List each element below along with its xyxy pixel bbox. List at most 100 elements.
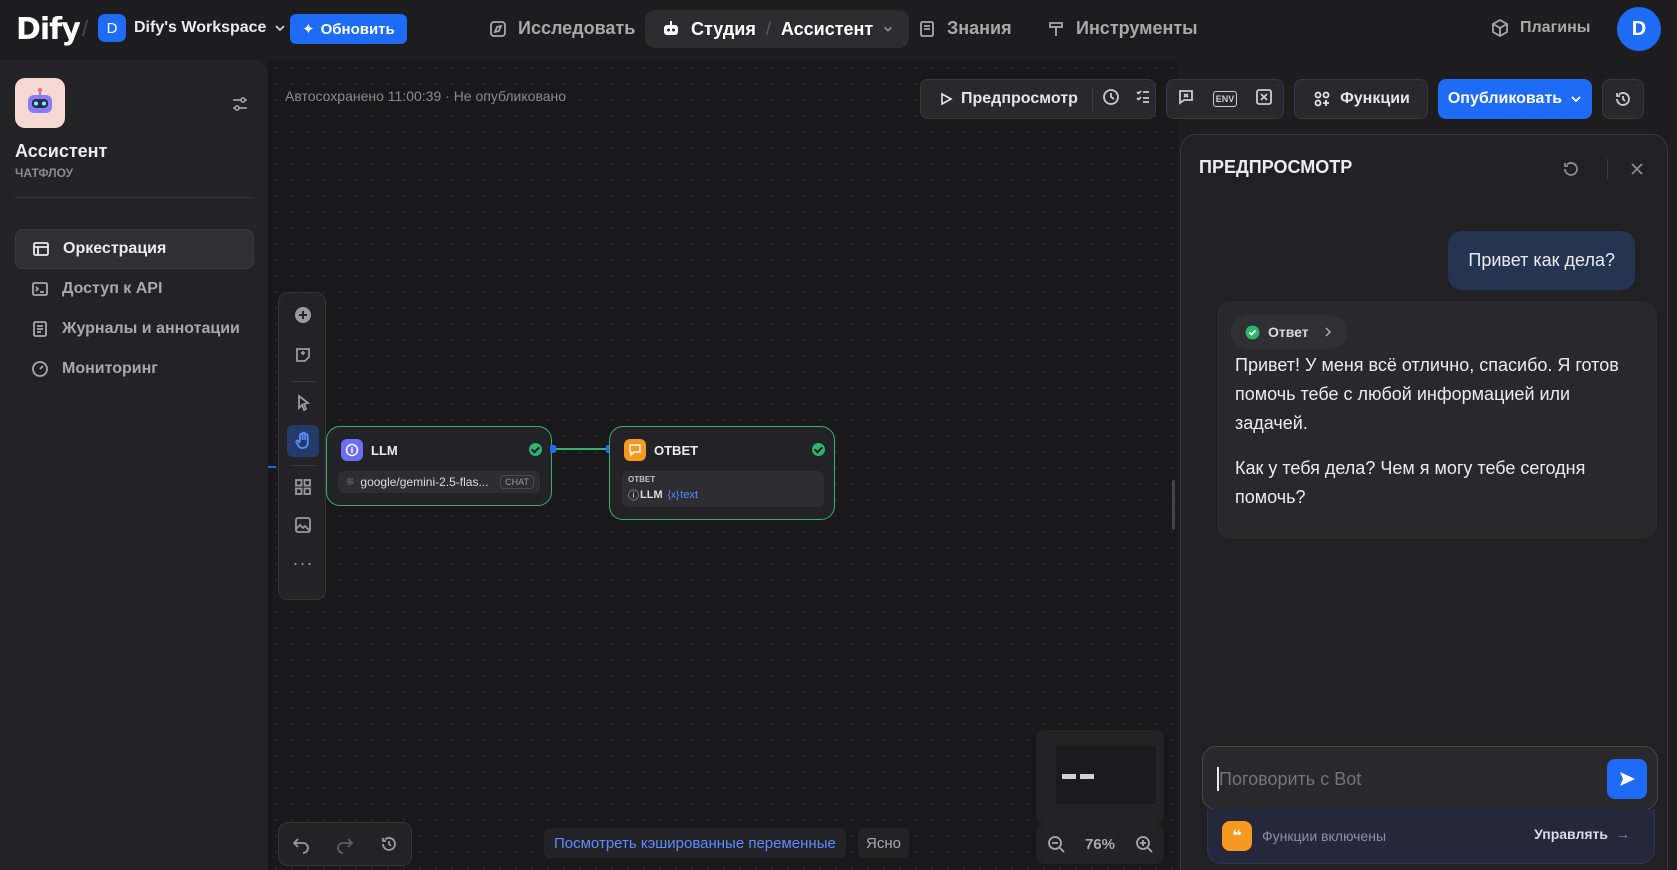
manage-features-link[interactable]: Управлять → [1534, 826, 1630, 842]
sidebar-item-api[interactable]: Доступ к API [15, 269, 254, 309]
pointer-mode-button[interactable] [287, 387, 319, 419]
divider [15, 197, 254, 198]
llm-small-icon: ⓘ [628, 490, 639, 502]
plugins-label: Плагины [1520, 19, 1591, 36]
more-icon[interactable]: ··· [287, 547, 319, 579]
divider [291, 381, 315, 382]
zoom-out-icon[interactable] [1046, 834, 1066, 854]
clear-button[interactable]: Ясно [858, 828, 909, 858]
nav-app-label[interactable]: Ассистент [781, 19, 873, 40]
chat-variable-icon [1178, 89, 1193, 105]
collapse-sidebar-button[interactable] [230, 94, 250, 119]
arrow-right-icon: → [1616, 826, 1630, 842]
close-button[interactable] [1627, 159, 1647, 184]
features-button[interactable]: Функции [1294, 79, 1428, 119]
history-icon [1616, 92, 1630, 106]
nav-tools[interactable]: Инструменты [1046, 18, 1198, 39]
sidebar-item-monitoring[interactable]: Мониторинг [15, 349, 254, 389]
llm-node[interactable]: LLM ❊ google/gemini-2.5-flas... CHAT [326, 426, 552, 506]
user-message: Привет как дела? [1448, 231, 1635, 290]
plugins-button[interactable]: Плагины [1490, 18, 1590, 38]
sidebar-item-orchestrate[interactable]: Оркестрация [15, 229, 254, 269]
sidebar-item-label: Доступ к API [62, 280, 163, 297]
minimap[interactable] [1036, 730, 1164, 824]
preview-panel: ПРЕДПРОСМОТР Привет как дела? Ответ Прив… [1180, 134, 1668, 870]
bot-paragraph: Привет! У меня всё отлично, спасибо. Я г… [1235, 355, 1619, 433]
preview-title: ПРЕДПРОСМОТР [1199, 157, 1353, 177]
nav-studio[interactable]: Студия / Ассистент [645, 10, 910, 48]
checklist-icon [1136, 89, 1149, 103]
app-sidebar: Ассистент ЧАТФЛОУ Оркестрация Доступ к A… [0, 60, 268, 870]
minimap-node [1062, 774, 1076, 779]
checklist-button[interactable] [1129, 87, 1157, 112]
separator: / [765, 18, 771, 39]
refresh-icon [1564, 162, 1578, 176]
image-icon [295, 517, 311, 533]
features-bar: ❝ Функции включены Управлять → [1207, 809, 1655, 864]
llm-node-title: LLM [371, 442, 398, 458]
clock-play-icon [1102, 88, 1119, 105]
node-handle [268, 466, 276, 468]
history-icon[interactable] [379, 834, 399, 854]
grid-plus-icon [1314, 91, 1330, 107]
divider [291, 465, 315, 466]
answer-node[interactable]: ОТВЕТ ОТВЕТ ⓘ LLM {x} text [609, 426, 835, 520]
send-button[interactable] [1607, 759, 1647, 799]
hand-mode-button[interactable] [287, 425, 319, 457]
variable-x-icon [1256, 88, 1273, 105]
zoom-level[interactable]: 76% [1085, 836, 1115, 853]
user-avatar[interactable]: D [1617, 7, 1661, 51]
chat-input[interactable] [1219, 759, 1579, 799]
redo-icon[interactable] [335, 834, 355, 854]
panel-resize-handle[interactable] [1172, 480, 1175, 530]
model-selector[interactable]: ❊ google/gemini-2.5-flas... CHAT [338, 471, 540, 493]
gemini-icon: ❊ [346, 476, 355, 488]
workspace-switcher[interactable]: D Dify's Workspace [98, 14, 286, 42]
undo-icon[interactable] [291, 834, 311, 854]
app-type: ЧАТФЛОУ [15, 166, 74, 180]
var-source: LLM [640, 489, 663, 501]
sparkle-icon: ✦ [302, 21, 315, 38]
nav-knowledge-label: Знания [947, 18, 1012, 38]
add-note-button[interactable] [287, 339, 319, 371]
nav-knowledge[interactable]: Знания [917, 18, 1012, 39]
terminal-icon [32, 282, 48, 296]
layout-icon [33, 242, 49, 256]
add-node-button[interactable] [287, 299, 319, 331]
workflow-process-toggle[interactable]: Ответ [1231, 315, 1347, 349]
edge-llm-answer[interactable] [552, 448, 609, 450]
sidebar-item-label: Оркестрация [63, 240, 167, 257]
sidebar-item-label: Мониторинг [62, 360, 158, 377]
preview-button[interactable]: Предпросмотр [921, 87, 1093, 111]
conversation-vars-button[interactable] [1176, 87, 1196, 112]
workflow-step-label: Ответ [1268, 324, 1309, 340]
organize-blocks-button[interactable] [287, 471, 319, 503]
node-handle[interactable] [550, 445, 556, 453]
gauge-icon [32, 361, 48, 377]
restart-button[interactable] [1561, 159, 1581, 184]
success-check-icon [812, 443, 825, 456]
env-button[interactable]: ENV [1212, 91, 1238, 107]
publish-button[interactable]: Опубликовать [1438, 79, 1592, 119]
send-icon [1620, 772, 1635, 786]
sidebar-item-logs[interactable]: Журналы и аннотации [15, 309, 254, 349]
system-vars-button[interactable] [1254, 87, 1274, 112]
zoom-in-icon[interactable] [1134, 834, 1154, 854]
compass-icon [490, 20, 506, 37]
run-history-button[interactable] [1093, 87, 1129, 112]
dify-logo[interactable]: Dify [16, 12, 81, 47]
undo-redo-bar [278, 822, 412, 866]
chevron-down-icon [884, 26, 893, 32]
preview-button-label: Предпросмотр [961, 90, 1078, 107]
divider [1607, 159, 1608, 179]
nav-explore-label: Исследовать [518, 18, 636, 38]
features-button-label: Функции [1340, 90, 1410, 107]
view-cached-vars-button[interactable]: Посмотреть кэшированные переменные [544, 828, 846, 858]
answer-node-header: ОТВЕТ [624, 439, 698, 461]
quote-icon: ❝ [1222, 821, 1252, 851]
upgrade-button[interactable]: ✦ Обновить [290, 14, 407, 44]
version-history-button[interactable] [1602, 79, 1644, 119]
features-enabled-label: Функции включены [1262, 828, 1387, 844]
nav-explore[interactable]: Исследовать [488, 18, 635, 39]
export-image-button[interactable] [287, 509, 319, 541]
